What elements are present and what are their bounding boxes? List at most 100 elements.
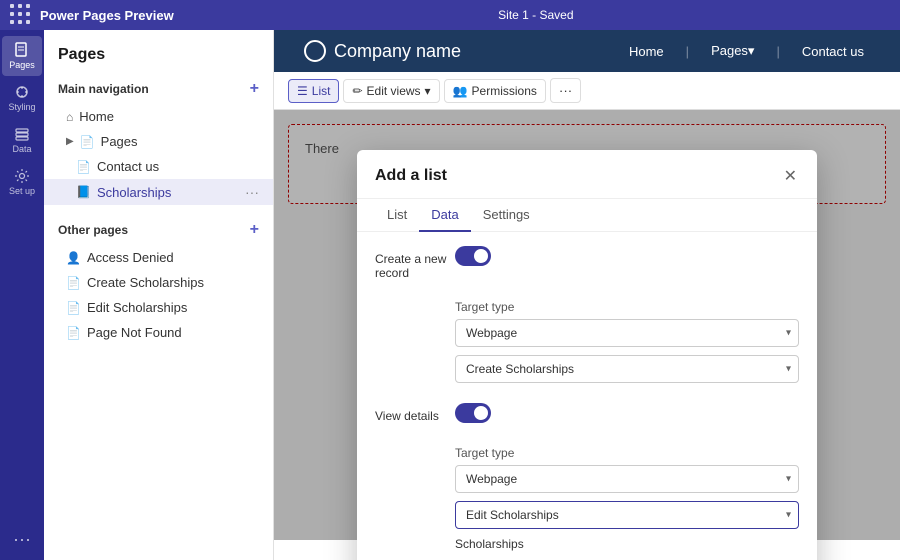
nav-scholarships-label: Scholarships: [97, 185, 171, 200]
nav-item-scholarships[interactable]: 📘 Scholarships ···: [44, 179, 273, 205]
modal-body: Create a new record Target type: [357, 232, 817, 560]
target-type-1-controls: Target type Webpage URL Modal ▾: [455, 292, 799, 391]
permissions-icon: 👥: [453, 84, 468, 98]
sidebar-item-data[interactable]: Data: [2, 120, 42, 160]
nav-edit-scholarships-label: Edit Scholarships: [87, 300, 187, 315]
nav-item-home[interactable]: ⌂ Home: [44, 104, 273, 129]
target-type-2-controls: Target type Webpage URL Modal ▾: [455, 438, 799, 551]
user-page-icon: 👤: [66, 251, 81, 265]
create-scholarships-select[interactable]: Create Scholarships Edit Scholarships Ac…: [455, 355, 799, 383]
view-details-row: View details: [375, 403, 799, 426]
target-type-2-select[interactable]: Webpage URL Modal: [455, 465, 799, 493]
site-brand: Company name: [304, 40, 461, 62]
modal-overlay: Add a list ✕ List Data: [274, 110, 900, 540]
site-nav-contact[interactable]: Contact us: [796, 44, 870, 59]
target-type-2-section-label: Target type: [455, 446, 799, 460]
brand-circle: [304, 40, 326, 62]
site-preview: Company name Home | Pages▾ | Contact us …: [274, 30, 900, 560]
view-details-label: View details: [375, 403, 455, 423]
toolbar-permissions-label: Permissions: [472, 84, 537, 98]
main-nav-label: Main navigation: [58, 82, 149, 96]
toolbar-edit-views-label: Edit views: [367, 84, 421, 98]
modal-tab-data[interactable]: Data: [419, 199, 470, 232]
nav-create-scholarships-label: Create Scholarships: [87, 275, 204, 290]
other-pages-label: Other pages: [58, 223, 128, 237]
target-type-2-select-wrapper: Webpage URL Modal ▾: [455, 465, 799, 493]
expand-icon: ▶: [66, 136, 74, 147]
pages-sidebar: Pages Main navigation + ⌂ Home ▶ 📄 Pages…: [44, 30, 274, 560]
nav-item-pages[interactable]: ▶ 📄 Pages: [44, 129, 273, 154]
target-type-2-row: Target type Webpage URL Modal ▾: [375, 438, 799, 551]
other-pages-section: Other pages +: [44, 215, 273, 245]
nav-contact-label: Contact us: [97, 159, 159, 174]
view-details-toggle[interactable]: [455, 403, 491, 423]
folder-icon: 📄: [80, 135, 95, 149]
modal-title: Add a list: [375, 167, 447, 185]
create-page-icon: 📄: [66, 276, 81, 290]
add-main-nav-button[interactable]: +: [250, 80, 259, 98]
create-new-record-label: Create a new record: [375, 246, 455, 280]
app-title: Power Pages Preview: [40, 8, 174, 23]
topbar: Power Pages Preview Site 1 - Saved: [0, 0, 900, 30]
brand-name: Company name: [334, 41, 461, 62]
page-toolbar: ☰ List ✏ Edit views ▾ 👥 Permissions ···: [274, 72, 900, 110]
site-nav-links: Home | Pages▾ | Contact us: [623, 43, 870, 59]
page-filled-icon: 📘: [76, 185, 91, 199]
sidebar-more-icon[interactable]: ···: [13, 529, 31, 550]
toolbar-list-button[interactable]: ☰ List: [288, 79, 339, 103]
site-status: Site 1 - Saved: [182, 8, 890, 22]
modal-tab-list[interactable]: List: [375, 199, 419, 232]
modal-header: Add a list ✕: [357, 150, 817, 199]
target-type-1-select[interactable]: Webpage URL Modal: [455, 319, 799, 347]
edit-scholarships-select[interactable]: Create Scholarships Edit Scholarships Ac…: [455, 501, 799, 529]
create-new-record-controls: [455, 246, 799, 269]
nav-separator-1: |: [680, 44, 695, 59]
nav-pages-label: Pages: [101, 134, 138, 149]
site-nav-home[interactable]: Home: [623, 44, 670, 59]
edit-scholarships-select-wrapper: Create Scholarships Edit Scholarships Ac…: [455, 501, 799, 529]
target-type-1-section-label: Target type: [455, 300, 799, 314]
modal-close-button[interactable]: ✕: [782, 164, 799, 188]
sidebar-item-styling[interactable]: Styling: [2, 78, 42, 118]
sidebar-pages-label: Pages: [9, 60, 35, 70]
target-type-1-row: Target type Webpage URL Modal ▾: [375, 292, 799, 391]
add-other-pages-button[interactable]: +: [250, 221, 259, 239]
nav-item-access-denied[interactable]: 👤 Access Denied: [44, 245, 273, 270]
edit-icon: ✏: [352, 84, 362, 98]
home-icon: ⌂: [66, 110, 73, 124]
create-scholarships-select-wrapper: Create Scholarships Edit Scholarships Ac…: [455, 355, 799, 383]
target-type-1-label: [375, 292, 455, 298]
sidebar-styling-label: Styling: [8, 102, 35, 112]
toolbar-more-button[interactable]: ···: [550, 78, 581, 103]
add-list-modal: Add a list ✕ List Data: [357, 150, 817, 560]
view-details-controls: [455, 403, 799, 426]
sidebar-data-label: Data: [12, 144, 31, 154]
nav-item-edit-scholarships[interactable]: 📄 Edit Scholarships: [44, 295, 273, 320]
tab-list-label: List: [387, 207, 407, 222]
app-grid-icon[interactable]: [10, 4, 32, 26]
sidebar-setup-label: Set up: [9, 186, 35, 196]
create-new-record-row: Create a new record: [375, 246, 799, 280]
sidebar-item-setup[interactable]: Set up: [2, 162, 42, 202]
tab-settings-label: Settings: [483, 207, 530, 222]
main-layout: Pages Styling Data Set up ··· Pages Main…: [0, 30, 900, 560]
list-icon: ☰: [297, 84, 308, 98]
target-type-1-select-wrapper: Webpage URL Modal ▾: [455, 319, 799, 347]
scholarships-section-text: Scholarships: [455, 537, 799, 551]
nav-home-label: Home: [79, 109, 114, 124]
modal-tabs: List Data Settings: [357, 199, 817, 232]
tab-data-label: Data: [431, 207, 458, 222]
toolbar-permissions-button[interactable]: 👥 Permissions: [444, 79, 546, 103]
toolbar-edit-views-button[interactable]: ✏ Edit views ▾: [343, 79, 439, 103]
site-nav-pages[interactable]: Pages▾: [705, 43, 760, 59]
nav-item-create-scholarships[interactable]: 📄 Create Scholarships: [44, 270, 273, 295]
modal-tab-settings[interactable]: Settings: [471, 199, 542, 232]
nav-item-contact[interactable]: 📄 Contact us: [44, 154, 273, 179]
nav-item-more-icon[interactable]: ···: [245, 184, 259, 200]
nav-item-page-not-found[interactable]: 📄 Page Not Found: [44, 320, 273, 345]
main-nav-section: Main navigation +: [44, 74, 273, 104]
sidebar-item-pages[interactable]: Pages: [2, 36, 42, 76]
create-new-record-toggle[interactable]: [455, 246, 491, 266]
nav-separator-2: |: [770, 44, 785, 59]
page-body: There Add a list ✕ List: [274, 110, 900, 540]
